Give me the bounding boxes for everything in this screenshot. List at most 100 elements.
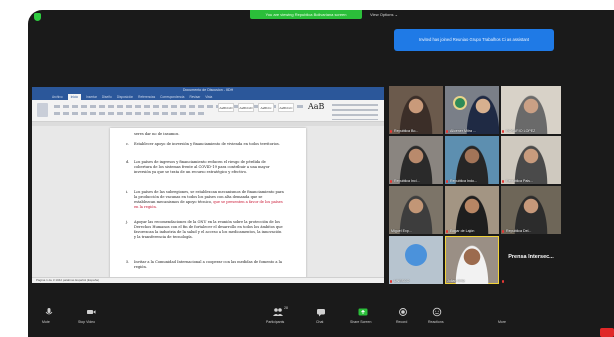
participant-name: Republica Bo... <box>394 129 419 133</box>
bullet: 5. <box>126 260 130 264</box>
reactions-label[interactable]: Reactions <box>428 320 444 324</box>
participant-tile[interactable]: Prensa Intersec... <box>501 236 561 284</box>
participants-count: 28 <box>284 306 288 310</box>
paragraph: j. Apoyar las recomendaciones de la ONU … <box>126 220 284 240</box>
participant-tile[interactable]: UNESCO <box>389 236 443 284</box>
participant-video <box>514 144 548 184</box>
muted-mic-icon <box>502 280 504 283</box>
participant-tile[interactable]: Republica Indo... <box>445 136 499 184</box>
participant-video <box>514 194 548 234</box>
participant-name: Miguel Exp... <box>391 229 412 233</box>
participant-name: ROSARIO LOPEZ <box>506 129 536 133</box>
style-item[interactable]: AaBbCcD <box>218 103 234 112</box>
muted-mic-icon <box>446 230 448 233</box>
participants-icon[interactable] <box>272 304 283 316</box>
participant-video <box>399 94 433 134</box>
participant-video <box>455 194 489 234</box>
paragraph: i. Los países de las subregiones, se est… <box>126 190 284 210</box>
paragraph-controls[interactable] <box>54 112 204 115</box>
ruler <box>32 122 384 126</box>
zoom-meeting-window: You are viewing Republica Bolivariana sc… <box>28 10 614 337</box>
paragraph: c. Establecer apoyo de inversión y finan… <box>126 142 284 147</box>
bullet: i. <box>126 190 129 194</box>
style-item[interactable]: AaBbCc <box>258 103 274 112</box>
paragraph-text: Invitar a la Comunidad Internacional a c… <box>134 260 282 269</box>
share-screen-icon[interactable] <box>358 304 368 316</box>
participant-tile[interactable]: ROSARIO LOPEZ <box>501 86 561 134</box>
clipboard-icon[interactable] <box>37 103 48 117</box>
stop-video-label[interactable]: Stop Video <box>78 320 95 324</box>
security-shield-icon[interactable] <box>34 13 41 21</box>
participants-label[interactable]: Participants <box>266 320 284 324</box>
chat-icon[interactable] <box>316 304 326 317</box>
participant-tile[interactable]: Republica Del... <box>501 186 561 234</box>
paragraph-text: Apoyar las recomendaciones de la ONU en … <box>134 220 283 239</box>
muted-mic-icon <box>446 130 448 133</box>
view-options-button[interactable]: View Options ⌄ <box>370 11 398 19</box>
participant-tile-active-speaker[interactable]: Julian Ortiz <box>445 236 499 284</box>
participant-tile[interactable]: Republica Incl... <box>389 136 443 184</box>
join-notification: Invited has joined Reuniao Grupo Trabalh… <box>394 29 554 51</box>
document-page[interactable]: seres dar no de insumos. c. Establecer a… <box>110 128 306 278</box>
meeting-toolbar: Mute Stop Video 28 Participants Chat Sha… <box>28 292 614 337</box>
participant-name: Republica Pais... <box>506 179 533 183</box>
mute-label[interactable]: Mute <box>42 320 50 324</box>
participant-name: Edgar de Lajón <box>450 229 475 233</box>
participant-video <box>455 244 489 284</box>
share-screen-label[interactable]: Share Screen <box>350 320 371 324</box>
paragraph-text: Los países de ingresos y financiamiento … <box>134 160 270 174</box>
word-status-bar: Página 1 de 3 1042 palabras Español (Esp… <box>32 277 384 283</box>
participant-video <box>514 94 548 134</box>
video-camera-icon[interactable] <box>86 304 96 314</box>
participant-name: UNESCO <box>394 279 410 283</box>
bullet: d. <box>126 160 130 164</box>
muted-mic-icon <box>390 180 392 183</box>
participant-tile[interactable]: Miguel Exp... <box>389 186 443 234</box>
screen-share-banner[interactable]: You are viewing Republica Bolivariana sc… <box>250 10 362 19</box>
participant-gallery: Republica Bo... Alicener Mitra ... ROSAR… <box>389 86 614 284</box>
style-item[interactable]: AaBbCcD <box>238 103 254 112</box>
participant-name: Alicener Mitra ... <box>450 129 476 133</box>
word-title-bar: Documento de Discusion - IIDH <box>32 87 384 94</box>
paragraph-text: Establecer apoyo de inversión y financia… <box>134 142 280 146</box>
muted-mic-icon <box>446 180 448 183</box>
more-label[interactable]: More <box>498 320 506 324</box>
microphone-icon[interactable] <box>44 304 54 315</box>
participant-name-card: Prensa Intersec... <box>508 254 554 260</box>
muted-mic-icon <box>502 180 504 183</box>
muted-mic-icon <box>502 130 504 133</box>
heading-style[interactable]: AaB <box>308 102 324 112</box>
participant-video <box>399 194 433 234</box>
participant-tile[interactable]: Republica Pais... <box>501 136 561 184</box>
paragraph: d. Los países de ingresos y financiamien… <box>126 160 284 175</box>
paragraph: seres dar no de insumos. <box>134 132 180 136</box>
word-ribbon: AaBbCcD AaBbCcD AaBbCc AaBbCcC AaB <box>32 100 384 122</box>
un-logo-icon <box>405 244 427 266</box>
meeting-top-bar: You are viewing Republica Bolivariana sc… <box>28 10 614 22</box>
participant-tile[interactable]: Alicener Mitra ... <box>445 86 499 134</box>
record-label[interactable]: Record <box>396 320 407 324</box>
participant-name: Republica Del... <box>506 229 532 233</box>
muted-mic-icon <box>390 130 392 133</box>
shared-screen: Documento de Discusion - IIDH Archivo In… <box>32 87 384 283</box>
style-gallery[interactable]: AaBbCcD AaBbCcD AaBbCc AaBbCcC <box>218 103 322 113</box>
reactions-icon[interactable] <box>432 304 442 317</box>
participant-video <box>399 144 433 184</box>
participant-name: Julian Ortiz <box>447 279 465 283</box>
bullet: c. <box>126 142 130 146</box>
chat-label[interactable]: Chat <box>316 320 323 324</box>
participant-name: Republica Indo... <box>450 179 477 183</box>
participant-tile[interactable]: Edgar de Lajón <box>445 186 499 234</box>
participant-name: Republica Incl... <box>394 179 420 183</box>
editing-group[interactable] <box>332 104 378 120</box>
end-meeting-button[interactable] <box>600 328 614 337</box>
participant-video <box>455 144 489 184</box>
participant-video <box>465 94 499 134</box>
style-item[interactable]: AaBbCcC <box>278 103 294 112</box>
participant-tile[interactable]: Republica Bo... <box>389 86 443 134</box>
paragraph: 5. Invitar a la Comunidad Internacional … <box>126 260 284 270</box>
bullet: j. <box>126 220 129 224</box>
muted-mic-icon <box>390 280 392 283</box>
muted-mic-icon <box>502 230 504 233</box>
record-icon[interactable] <box>398 304 408 316</box>
